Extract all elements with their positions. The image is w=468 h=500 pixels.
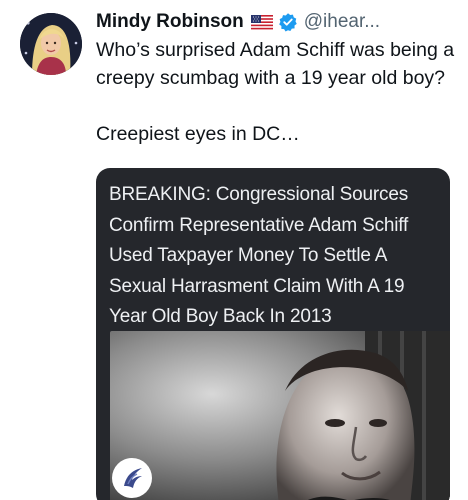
card-photo[interactable] (110, 331, 450, 500)
author-display-name[interactable]: Mindy Robinson (96, 11, 244, 33)
media-card[interactable]: BREAKING: Congressional Sources Confirm … (96, 168, 450, 500)
tweet-text-paragraph: Who’s surprised Adam Schiff was being a … (96, 39, 455, 89)
verified-badge-icon (278, 12, 298, 32)
tweet-header: Mindy Robinson @ihear... (96, 10, 380, 34)
tweet-text-paragraph: Creepiest eyes in DC… (96, 123, 300, 145)
author-handle[interactable]: @ihear... (304, 11, 380, 33)
avatar[interactable] (20, 13, 82, 75)
eagle-logo-icon (112, 458, 152, 498)
us-flag-icon (250, 14, 273, 30)
tweet[interactable]: Mindy Robinson @ihear... Who’s surprised… (0, 0, 468, 500)
card-headline: BREAKING: Congressional Sources Confirm … (109, 184, 409, 327)
tweet-text: Who’s surprised Adam Schiff was being a … (96, 36, 456, 148)
